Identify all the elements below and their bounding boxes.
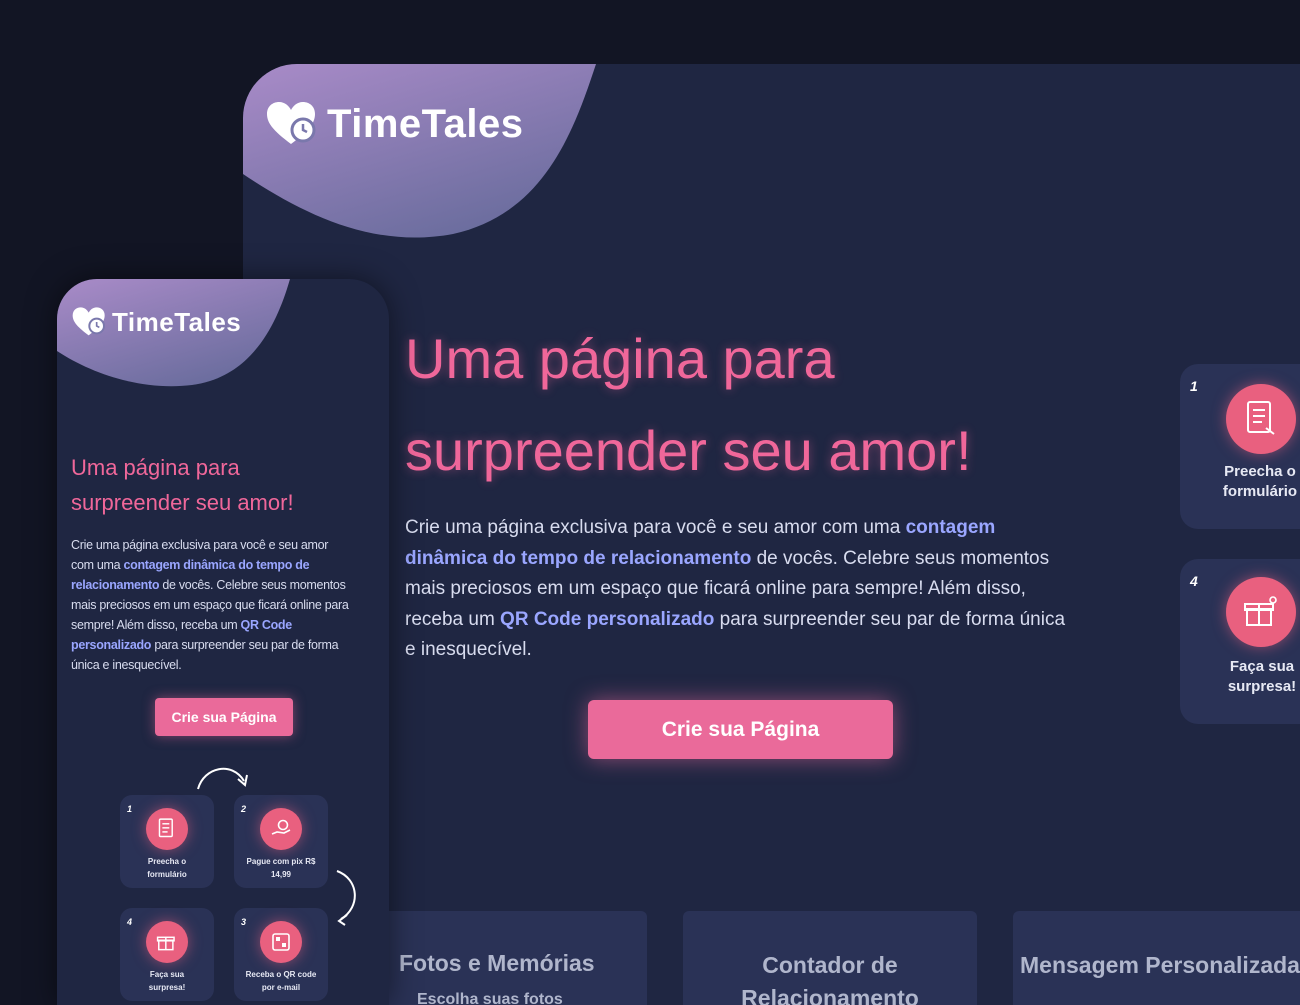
step-number: 4 xyxy=(127,917,133,927)
hero-description: Crie uma página exclusiva para você e se… xyxy=(71,538,349,672)
desktop-preview: TimeTales Uma página para surpreender se… xyxy=(243,64,1300,1005)
logo-text: TimeTales xyxy=(112,306,242,337)
step-label: Receba o QR code por e-mail xyxy=(245,970,317,992)
step-label: Pague com pix R$ 14,99 xyxy=(246,857,316,879)
step-number: 1 xyxy=(1190,378,1198,394)
form-icon xyxy=(146,808,188,850)
hero-title-line2: surpreender seu amor! xyxy=(405,419,972,482)
step-label: Preecha o formulário xyxy=(147,857,187,879)
hero-title-line2: surpreender seu amor! xyxy=(71,490,294,515)
form-icon xyxy=(1226,384,1296,454)
hero-title-line1: Uma página para xyxy=(71,455,240,480)
step-card-1: 1 Preecha o formulário xyxy=(120,795,214,888)
step-number: 4 xyxy=(1190,573,1198,589)
qr-code-icon xyxy=(260,921,302,963)
step-card-2: 2 Pague com pix R$ 14,99 xyxy=(234,795,328,888)
logo[interactable]: TimeTales xyxy=(71,306,241,338)
step-label: Preecha o formulário xyxy=(1222,463,1298,500)
curved-arrow-icon xyxy=(336,870,356,926)
hero-title-line1: Uma página para xyxy=(405,327,835,390)
step-number: 2 xyxy=(241,804,247,814)
feature-title: Contador de Relacionamento xyxy=(741,952,919,1005)
gift-icon xyxy=(1226,577,1296,647)
feature-title: Mensagem Personalizada xyxy=(1020,952,1300,978)
feature-card-message: Mensagem Personalizada xyxy=(1013,911,1300,1005)
step-card-4: 4 Faça sua surpresa! xyxy=(1180,559,1300,724)
heart-clock-icon xyxy=(267,102,316,144)
feature-title: Fotos e Memórias xyxy=(399,950,595,976)
logo-text: TimeTales xyxy=(327,101,524,146)
feature-card-photos: Fotos e Memórias Escolha suas fotos xyxy=(353,911,647,1005)
logo[interactable]: TimeTales xyxy=(265,100,523,148)
curved-arrow-icon xyxy=(197,767,248,790)
heart-clock-icon xyxy=(72,307,105,336)
step-card-3: 3 Receba o QR code por e-mail xyxy=(234,908,328,1001)
hero-description: Crie uma página exclusiva para você e se… xyxy=(405,517,1066,660)
step-card-1: 1 Preecha o formulário xyxy=(1180,364,1300,529)
payment-icon xyxy=(260,808,302,850)
step-label: Faça sua surpresa! xyxy=(1227,658,1297,695)
step-card-4: 4 Faça sua surpresa! xyxy=(120,908,214,1001)
step-number: 1 xyxy=(127,804,133,814)
mobile-preview: TimeTales Uma página para surpreender se… xyxy=(57,279,389,1005)
create-page-button[interactable]: Crie sua Página xyxy=(588,700,893,759)
step-label: Faça sua surpresa! xyxy=(148,970,186,992)
step-number: 3 xyxy=(241,917,247,927)
header-blob xyxy=(243,64,596,238)
feature-subtitle: Escolha suas fotos xyxy=(417,991,563,1005)
gift-icon xyxy=(146,921,188,963)
create-page-button[interactable]: Crie sua Página xyxy=(155,698,293,736)
feature-card-counter: Contador de Relacionamento xyxy=(683,911,977,1005)
